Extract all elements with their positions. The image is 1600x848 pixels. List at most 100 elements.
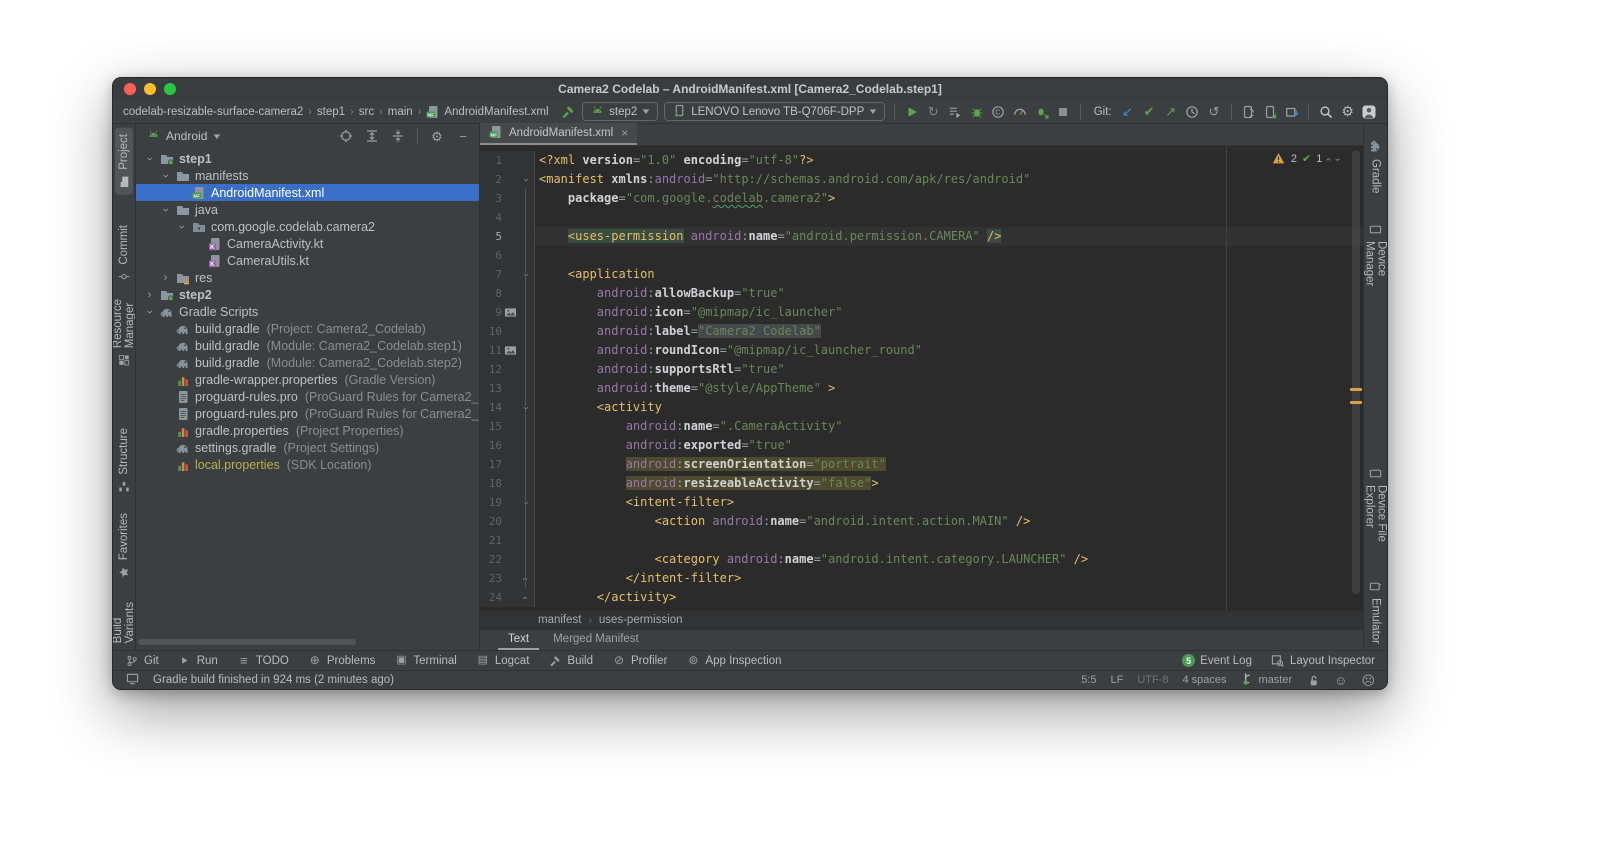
tree-item-proguard-rules-pro[interactable]: proguard-rules.pro (ProGuard Rules for Ca… [136, 405, 479, 422]
tree-chevron-icon[interactable]: › [144, 306, 156, 317]
tool-window-button-git[interactable]: Git [125, 654, 159, 668]
gutter[interactable]: 12 [480, 360, 535, 379]
vcs-history-button[interactable] [1184, 102, 1200, 122]
tool-window-button-event-log[interactable]: 5 Event Log [1182, 654, 1252, 667]
code-line-21[interactable]: 21 [480, 531, 1363, 550]
gutter[interactable]: 6 [480, 246, 535, 265]
caret-position[interactable]: 5:5 [1081, 674, 1096, 686]
code-line-7[interactable]: 7 › <application [480, 265, 1363, 284]
tree-chevron-icon[interactable]: › [160, 170, 172, 181]
fold-marker-icon[interactable]: › [521, 405, 532, 410]
scrollbar-thumb[interactable] [1352, 150, 1360, 594]
error-stripe-mark[interactable] [1350, 401, 1362, 404]
error-stripe-mark[interactable] [1350, 388, 1362, 391]
code-line-20[interactable]: 20 <action android:name="android.intent.… [480, 512, 1363, 531]
code-line-3[interactable]: 3 package="com.google.codelab.camera2"> [480, 189, 1363, 208]
gutter[interactable]: 22 [480, 550, 535, 569]
close-tab-icon[interactable]: × [621, 126, 628, 140]
tool-window-button-todo[interactable]: ≡ TODO [237, 654, 289, 668]
next-problem-arrow[interactable]: › [1332, 158, 1343, 161]
tool-window-button-build-variants[interactable]: Build Variants [113, 596, 135, 650]
tree-item-androidmanifest-xml[interactable]: MF AndroidManifest.xml [136, 184, 479, 201]
breadcrumb-item[interactable]: codelab-resizable-surface-camera2 [123, 106, 303, 118]
breadcrumb-item[interactable]: step1 [317, 106, 345, 118]
tool-window-button-build[interactable]: Build [548, 654, 593, 668]
profile-cpu-button[interactable]: C [990, 102, 1006, 122]
happy-feedback-icon[interactable]: ☺ [1334, 674, 1347, 687]
locate-file-button[interactable] [336, 127, 356, 145]
gutter[interactable]: 7 › [480, 265, 535, 284]
tool-window-button-structure[interactable]: Structure [115, 422, 133, 500]
gutter[interactable]: 16 [480, 436, 535, 455]
gutter[interactable]: 8 [480, 284, 535, 303]
vcs-update-button[interactable]: ↙ [1120, 102, 1136, 122]
tool-window-button-device-manager[interactable]: Device Manager [1364, 216, 1387, 303]
code-line-23[interactable]: 23 › </intent-filter> [480, 569, 1363, 588]
gutter[interactable]: 23 › [480, 569, 535, 588]
tree-item-gradle-wrapper-properties[interactable]: gradle-wrapper.properties (Gradle Version… [136, 371, 479, 388]
gutter[interactable]: 3 [480, 189, 535, 208]
device-select[interactable]: LENOVO Lenovo TB-Q706F-DPP ▼ [664, 102, 886, 121]
tree-item-step1[interactable]: › step1 [136, 150, 479, 167]
tree-chevron-icon[interactable]: › [144, 153, 156, 164]
gutter[interactable]: 21 [480, 531, 535, 550]
zoom-window-button[interactable] [164, 83, 176, 95]
tree-chevron-icon[interactable]: › [160, 204, 172, 215]
code-line-24[interactable]: 24 › </activity> [480, 588, 1363, 607]
breadcrumb-item[interactable]: src [359, 106, 374, 118]
code-line-6[interactable]: 6 [480, 246, 1363, 265]
tree-item-manifests[interactable]: › manifests [136, 167, 479, 184]
minimize-window-button[interactable] [144, 83, 156, 95]
code-line-5[interactable]: 5 <uses-permission android:name="android… [480, 227, 1363, 246]
gutter[interactable]: 1 [480, 151, 535, 170]
profiler-button[interactable] [1012, 102, 1028, 122]
code-line-16[interactable]: 16 android:exported="true" [480, 436, 1363, 455]
code-line-17[interactable]: 17 android:screenOrientation="portrait" [480, 455, 1363, 474]
run-with-coverage-button[interactable] [947, 102, 963, 122]
code-line-9[interactable]: 9 android:icon="@mipmap/ic_launcher" [480, 303, 1363, 322]
gutter[interactable]: 2 › [480, 170, 535, 189]
gutter[interactable]: 9 [480, 303, 535, 322]
search-everywhere-button[interactable] [1318, 102, 1334, 122]
code-line-18[interactable]: 18 android:resizeableActivity="false"> [480, 474, 1363, 493]
gutter[interactable]: 19 › [480, 493, 535, 512]
build-hammer-button[interactable] [561, 102, 577, 122]
code-line-22[interactable]: 22 <category android:name="android.inten… [480, 550, 1363, 569]
collapse-all-button[interactable] [388, 127, 408, 145]
manifest-tab-text[interactable]: Text [498, 630, 540, 650]
gutter[interactable]: 17 [480, 455, 535, 474]
user-avatar[interactable] [1361, 102, 1377, 122]
tool-window-button-layout-inspector[interactable]: Layout Inspector [1271, 654, 1375, 668]
tree-chevron-icon[interactable]: › [160, 272, 171, 284]
hide-panel-button[interactable]: − [453, 127, 473, 145]
fold-marker-icon[interactable]: › [520, 595, 531, 600]
code-line-4[interactable]: 4 [480, 208, 1363, 227]
manifest-tab-merged-manifest[interactable]: Merged Manifest [543, 630, 649, 650]
expand-all-button[interactable] [362, 127, 382, 145]
fold-marker-icon[interactable]: › [520, 576, 531, 581]
indent-style[interactable]: 4 spaces [1183, 674, 1227, 686]
tree-chevron-icon[interactable]: › [144, 289, 155, 301]
tree-chevron-icon[interactable]: › [176, 221, 188, 232]
tool-window-button-gradle[interactable]: Gradle [1367, 134, 1385, 200]
project-view-selector[interactable]: Android [166, 129, 207, 143]
gutter[interactable]: 18 [480, 474, 535, 493]
tool-window-button-terminal[interactable]: ▣ Terminal [394, 654, 457, 668]
gutter[interactable]: 10 [480, 322, 535, 341]
gutter[interactable]: 5 [480, 227, 535, 246]
file-encoding[interactable]: UTF-8 [1137, 674, 1168, 686]
inspections-widget[interactable]: 2 ✔ 1 › › [1272, 151, 1343, 168]
lock-toggle[interactable] [1306, 673, 1320, 687]
tree-item-gradle-scripts[interactable]: › Gradle Scripts [136, 303, 479, 320]
code-line-14[interactable]: 14 › <activity [480, 398, 1363, 417]
vcs-rollback-button[interactable]: ↺ [1206, 102, 1222, 122]
tree-item-proguard-rules-pro[interactable]: proguard-rules.pro (ProGuard Rules for Ca… [136, 388, 479, 405]
gutter[interactable]: 4 [480, 208, 535, 227]
settings-gear-button[interactable]: ⚙ [1340, 102, 1356, 122]
error-stripe-scrollbar[interactable] [1349, 148, 1363, 608]
line-separator[interactable]: LF [1110, 674, 1123, 686]
vcs-push-button[interactable]: ↗ [1163, 102, 1179, 122]
code-editor[interactable]: 2 ✔ 1 › › 1 <?xml version="1.0" encoding=… [480, 146, 1363, 610]
tool-window-button-problems[interactable]: ⊕ Problems [308, 654, 376, 668]
code-line-11[interactable]: 11 android:roundIcon="@mipmap/ic_launche… [480, 341, 1363, 360]
